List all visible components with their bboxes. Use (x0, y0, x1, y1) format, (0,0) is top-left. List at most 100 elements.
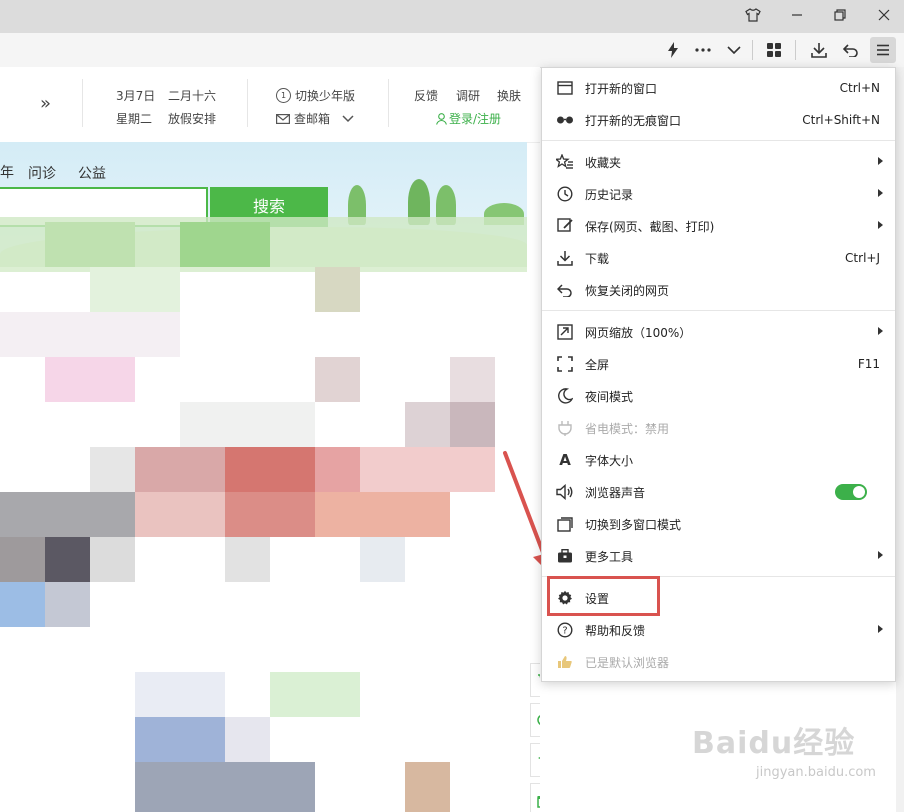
menu-item-label: 历史记录 (585, 187, 634, 202)
gamepad-icon (537, 715, 540, 725)
toolbar-divider (752, 40, 753, 60)
download-icon (556, 250, 574, 266)
nav-item-consult[interactable]: 问诊 (28, 163, 56, 183)
gift-icon (537, 795, 540, 808)
survey-link[interactable]: 调研 (456, 87, 480, 104)
menu-item-more-tools[interactable]: 更多工具 (542, 540, 895, 572)
menu-item-label: 切换到多窗口模式 (585, 517, 682, 532)
menu-item-label: 网页缩放（100%） (585, 325, 692, 340)
holiday-link[interactable]: 放假安排 (168, 110, 216, 127)
submenu-arrow-icon (878, 221, 883, 229)
plug-icon (556, 420, 574, 436)
menu-item-shortcut: Ctrl+N (839, 81, 880, 95)
menu-item-save[interactable]: 保存(网页、截图、打印) (542, 210, 895, 242)
menu-separator (542, 310, 895, 311)
menu-item-help-feedback[interactable]: ? 帮助和反馈 (542, 614, 895, 646)
window-icon (556, 80, 574, 96)
submenu-arrow-icon (878, 189, 883, 197)
menu-item-label: 保存(网页、截图、打印) (585, 219, 715, 234)
cart-icon (538, 674, 540, 679)
zoom-icon (556, 324, 574, 340)
menu-item-label: 字体大小 (585, 453, 634, 468)
menu-item-browser-sound[interactable]: 浏览器声音 (542, 476, 895, 508)
main-menu-icon[interactable] (870, 37, 896, 63)
side-button-education[interactable]: 教育 (530, 743, 540, 777)
page-header (0, 67, 540, 143)
settings-highlight-box (547, 576, 660, 616)
login-link[interactable]: 登录/注册 (436, 110, 501, 127)
restore-window-icon[interactable] (820, 0, 860, 30)
menu-item-label: 更多工具 (585, 549, 634, 564)
side-button-games[interactable]: 游戏 (530, 703, 540, 737)
menu-item-history[interactable]: 历史记录 (542, 178, 895, 210)
menu-item-power-saving: 省电模式：禁用 (542, 412, 895, 444)
youth-label: 切换少年版 (295, 89, 356, 103)
menu-item-night-mode[interactable]: 夜间模式 (542, 380, 895, 412)
help-icon: ? (556, 622, 574, 638)
nav-item-prev[interactable]: 年 (0, 162, 14, 182)
svg-text:?: ? (562, 626, 567, 637)
mail-label: 查邮箱 (294, 112, 331, 126)
skin-shirt-icon[interactable] (733, 0, 773, 30)
close-icon[interactable] (864, 0, 904, 30)
clock-icon (556, 186, 574, 202)
menu-item-fullscreen[interactable]: 全屏 F11 (542, 348, 895, 380)
menu-item-default-browser: 已是默认浏览器 (542, 646, 895, 678)
mail-icon (276, 113, 290, 124)
menu-item-multi-window[interactable]: 切换到多窗口模式 (542, 508, 895, 540)
user-icon (436, 112, 447, 125)
lightning-icon[interactable] (660, 37, 686, 63)
double-chevron-right-icon[interactable]: » (40, 93, 51, 114)
apps-grid-icon[interactable] (761, 37, 787, 63)
menu-item-label: 全屏 (585, 357, 610, 372)
sound-toggle[interactable] (835, 484, 867, 500)
menu-item-label: 夜间模式 (585, 389, 634, 404)
skin-link[interactable]: 换肤 (497, 87, 521, 104)
toolbox-icon (556, 548, 574, 564)
menu-item-shortcut: F11 (857, 357, 880, 371)
download-icon[interactable] (806, 37, 832, 63)
speaker-icon (556, 484, 574, 500)
nav-item-charity[interactable]: 公益 (78, 163, 106, 183)
more-dots-icon[interactable] (690, 37, 716, 63)
mail-link[interactable]: 查邮箱 (276, 110, 354, 127)
side-button-shopping[interactable]: 购物 (530, 663, 540, 697)
feedback-link[interactable]: 反馈 (414, 87, 438, 104)
graduation-cap-icon (538, 757, 540, 759)
minimize-icon[interactable] (777, 0, 817, 30)
side-button-experience[interactable]: 体验 (530, 783, 540, 812)
menu-item-zoom[interactable]: 网页缩放（100%） (542, 316, 895, 348)
menu-item-font-size[interactable]: A 字体大小 (542, 444, 895, 476)
undo-icon[interactable] (838, 37, 864, 63)
menu-item-download[interactable]: 下载 Ctrl+J (542, 242, 895, 274)
menu-item-label: 打开新的窗口 (585, 81, 658, 96)
menu-item-new-window[interactable]: 打开新的窗口 Ctrl+N (542, 72, 895, 104)
menu-item-favorites[interactable]: 收藏夹 (542, 146, 895, 178)
watermark-url: jingyan.baidu.com (756, 765, 876, 780)
menu-item-shortcut: Ctrl+J (845, 251, 880, 265)
login-label: 登录/注册 (449, 112, 502, 126)
youth-version-link[interactable]: 1 切换少年版 (276, 87, 355, 104)
thumbs-up-icon (556, 654, 574, 670)
font-a-icon: A (559, 451, 571, 469)
menu-item-label: 下载 (585, 251, 610, 266)
header-divider (247, 79, 248, 127)
submenu-arrow-icon (878, 157, 883, 165)
menu-item-restore-closed[interactable]: 恢复关闭的网页 (542, 274, 895, 306)
menu-item-incognito[interactable]: 打开新的无痕窗口 Ctrl+Shift+N (542, 104, 895, 136)
undo-icon (556, 282, 574, 298)
chevron-down-icon (342, 114, 354, 122)
date-text: 3月7日 (116, 89, 156, 103)
incognito-glasses-icon (556, 112, 574, 128)
menu-item-label: 帮助和反馈 (585, 623, 646, 638)
chevron-down-icon[interactable] (721, 37, 747, 63)
header-divider (82, 79, 83, 127)
menu-separator (542, 140, 895, 141)
youth-icon: 1 (276, 88, 291, 103)
scrollbar[interactable] (896, 67, 904, 812)
menu-item-label: 恢复关闭的网页 (585, 283, 670, 298)
watermark-brand: Baidu经验 (692, 726, 856, 761)
lunar-date-text: 二月十六 (168, 89, 217, 103)
menu-item-label: 收藏夹 (585, 155, 622, 170)
menu-item-label: 省电模式：禁用 (585, 421, 670, 436)
